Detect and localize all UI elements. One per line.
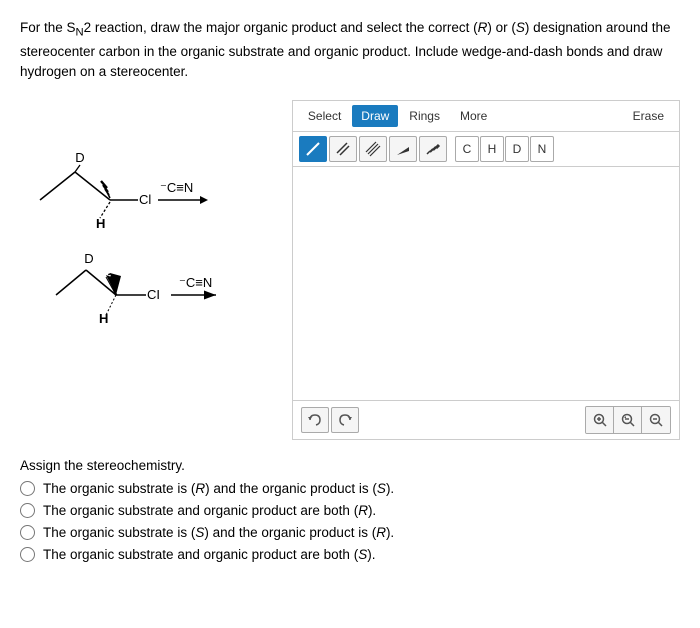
redo-btn[interactable] [331,407,359,433]
svg-text:⁻C≡N: ⁻C≡N [160,180,193,195]
radio-input-0[interactable] [20,481,35,496]
carbon-atom-btn[interactable]: C [455,136,479,162]
rings-tool-btn[interactable]: Rings [400,105,449,127]
draw-canvas[interactable] [293,167,679,400]
cl-label: CI [147,287,160,302]
molecule-area: D H CI [20,100,282,440]
molecule-clean: D H Cl ⁻C≡N [20,110,285,270]
undo-btn[interactable] [301,407,329,433]
radio-option-1: The organic substrate and organic produc… [20,503,680,518]
erase-btn[interactable]: Erase [624,105,673,127]
draw-tool-btn[interactable]: Draw [352,105,398,127]
radio-label-2[interactable]: The organic substrate is (S) and the org… [43,525,394,540]
triple-bond-btn[interactable] [359,136,387,162]
undo-redo-group [301,407,359,433]
draw-panel: Select Draw Rings More Erase [292,100,680,440]
single-bond-btn[interactable] [299,136,327,162]
toolbar-row: Select Draw Rings More Erase [293,101,679,132]
zoom-controls [585,406,671,434]
radio-option-0: The organic substrate is (R) and the org… [20,481,680,496]
radio-label-0[interactable]: The organic substrate is (R) and the org… [43,481,394,496]
hydrogen-atom-btn[interactable]: H [480,136,504,162]
bottom-toolbar [293,400,679,439]
select-tool-btn[interactable]: Select [299,105,350,127]
reagent-label: ⁻C≡N [179,275,212,290]
zoom-reset-btn[interactable] [614,407,642,433]
radio-option-2: The organic substrate is (S) and the org… [20,525,680,540]
h-label: H [99,311,108,326]
svg-text:Cl: Cl [139,192,151,207]
main-content: D H CI [20,100,680,440]
radio-label-3[interactable]: The organic substrate and organic produc… [43,547,375,562]
dash-bond-btn[interactable] [419,136,447,162]
svg-text:D: D [75,150,84,165]
double-bond-btn[interactable] [329,136,357,162]
radio-input-2[interactable] [20,525,35,540]
question-text: For the SN2 reaction, draw the major org… [20,18,680,82]
zoom-in-btn[interactable] [586,407,614,433]
wedge-bond-btn[interactable] [389,136,417,162]
stereo-title: Assign the stereochemistry. [20,458,680,473]
stereo-section: Assign the stereochemistry. The organic … [20,458,680,562]
draw-icons-row: C H D N [293,132,679,167]
svg-text:H: H [96,216,105,231]
radio-input-3[interactable] [20,547,35,562]
more-tool-btn[interactable]: More [451,105,496,127]
nitrogen-atom-btn[interactable]: N [530,136,554,162]
zoom-out-btn[interactable] [642,407,670,433]
radio-input-1[interactable] [20,503,35,518]
radio-option-3: The organic substrate and organic produc… [20,547,680,562]
deuterium-atom-btn[interactable]: D [505,136,529,162]
radio-label-1[interactable]: The organic substrate and organic produc… [43,503,376,518]
